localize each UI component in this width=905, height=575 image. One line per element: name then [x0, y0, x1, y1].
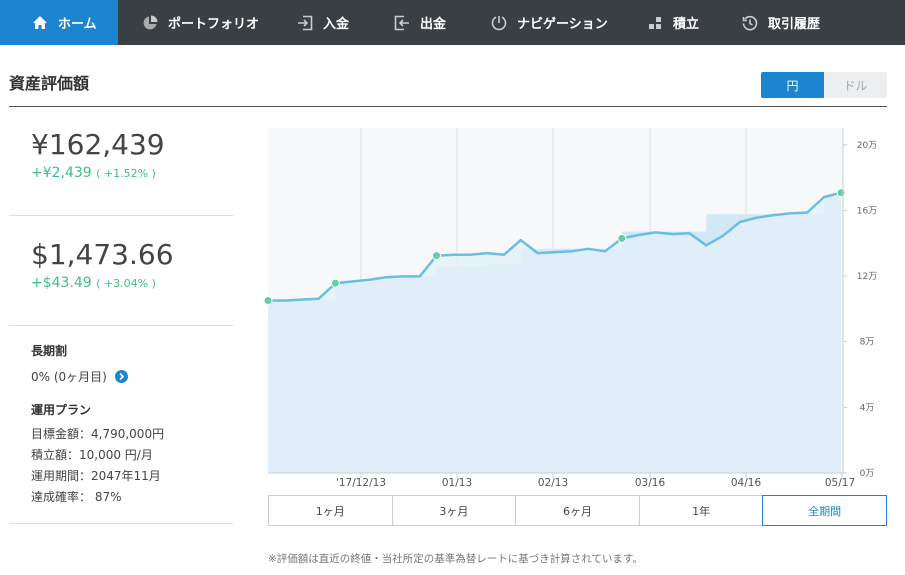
chart-y-tick-label: 4万 — [860, 403, 875, 413]
chart-point — [330, 278, 340, 288]
chart-point — [617, 233, 627, 243]
chart-x-tick-label: 05/17 — [825, 477, 855, 489]
chart-point — [432, 251, 442, 261]
chart-x-tick-label: 04/16 — [731, 477, 762, 489]
period-6m-button[interactable]: 6ヶ月 — [515, 495, 640, 526]
chart-y-tick-label: 0万 — [860, 469, 875, 479]
chart-x-tick-label: '17/12/13 — [336, 477, 386, 489]
asset-chart: 0万 4万 8万 12万 16万 20万 '17/12/13 01/13 02/13 03/16 0… — [263, 128, 877, 489]
period-3m-button[interactable]: 3ヶ月 — [391, 495, 517, 526]
chart-x-tick-label: 01/13 — [442, 477, 472, 489]
period-all-button[interactable]: 全期間 — [762, 495, 887, 526]
chart-y-tick-label: 16万 — [857, 206, 877, 216]
chart-point — [836, 188, 846, 198]
footnote: ※評価額は直近の終値・当社所定の基準為替レートに基づき計算されています。 — [268, 553, 643, 565]
divider — [9, 523, 233, 524]
period-1m-button[interactable]: 1ヶ月 — [268, 495, 393, 526]
chart-x-tick-label: 03/16 — [635, 477, 666, 489]
chart-y-tick-label: 12万 — [857, 272, 877, 282]
chart-y-tick-label: 20万 — [857, 141, 877, 151]
period-selector: 1ヶ月 3ヶ月 6ヶ月 1年 全期間 — [268, 495, 887, 526]
chart-x-tick-label: 02/13 — [538, 477, 568, 489]
chart-point — [263, 296, 273, 305]
period-1y-button[interactable]: 1年 — [638, 495, 764, 526]
chart-y-tick-label: 8万 — [860, 338, 875, 348]
